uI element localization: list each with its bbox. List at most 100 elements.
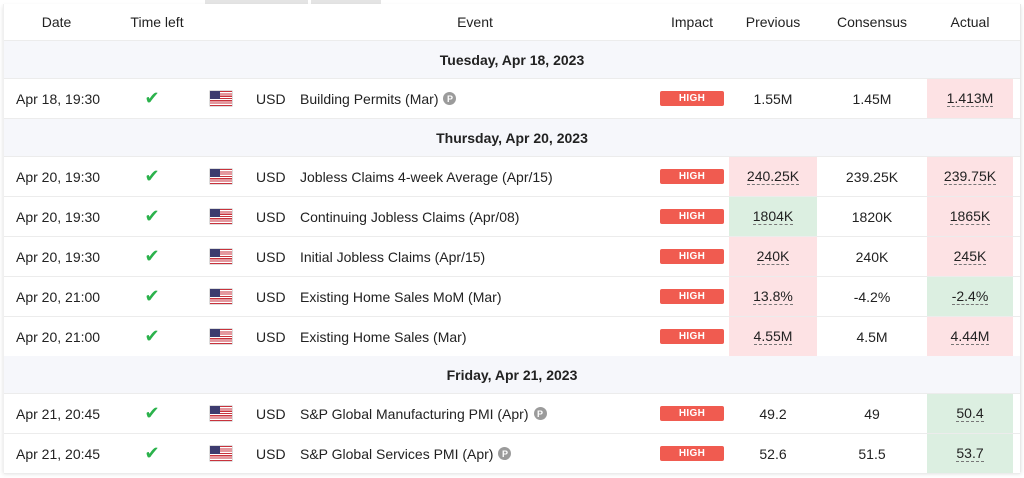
impact-cell: HIGH (659, 434, 725, 473)
previous-value[interactable]: 240K (756, 248, 790, 265)
table-row[interactable]: Apr 20, 19:30 ✔ USD Jobless Claims 4-wee… (4, 157, 1020, 197)
table-row[interactable]: Apr 20, 19:30 ✔ USD Initial Jobless Clai… (4, 237, 1020, 277)
impact-cell: HIGH (659, 157, 725, 196)
header-time-left[interactable]: Time left (109, 4, 205, 40)
impact-badge: HIGH (660, 289, 724, 304)
consensus-value-cell: 51.5 (822, 434, 922, 473)
event-name[interactable]: Continuing Jobless Claims (Apr/08) (300, 209, 519, 225)
event-name[interactable]: Existing Home Sales MoM (Mar) (300, 289, 502, 305)
previous-value-cell: 1.55M (729, 79, 817, 118)
date-group-header: Tuesday, Apr 18, 2023 (4, 41, 1020, 79)
event-name-cell[interactable]: Existing Home Sales MoM (Mar) (300, 277, 650, 316)
event-name[interactable]: S&P Global Manufacturing PMI (Apr) (300, 406, 529, 422)
event-name-cell[interactable]: S&P Global Services PMI (Apr) P (300, 434, 650, 473)
date-group-title: Friday, Apr 21, 2023 (446, 366, 578, 383)
event-name-cell[interactable]: Existing Home Sales (Mar) (300, 317, 650, 356)
preliminary-p-icon: P (533, 407, 547, 420)
previous-value[interactable]: 240.25K (746, 168, 800, 185)
checkmark-icon: ✔ (132, 237, 172, 276)
previous-value-cell: 1804K (729, 197, 817, 236)
impact-badge: HIGH (660, 249, 724, 264)
impact-cell: HIGH (659, 79, 725, 118)
consensus-value: -4.2% (853, 288, 891, 305)
checkmark-icon: ✔ (144, 403, 160, 423)
currency: USD (256, 328, 286, 345)
event-date: Apr 20, 19:30 (16, 248, 101, 265)
table-header: Date Time left Event Impact Previous Con… (4, 4, 1020, 41)
event-name[interactable]: Building Permits (Mar) (300, 91, 438, 107)
impact-badge: HIGH (660, 91, 724, 106)
event-name-cell[interactable]: Initial Jobless Claims (Apr/15) (300, 237, 650, 276)
actual-value[interactable]: -2.4% (951, 288, 989, 305)
previous-value[interactable]: 4.55M (753, 328, 793, 345)
consensus-value-cell: 1.45M (822, 79, 922, 118)
previous-value-cell: 49.2 (729, 394, 817, 433)
header-date[interactable]: Date (4, 4, 109, 40)
us-flag-icon (210, 277, 234, 316)
previous-value[interactable]: 1804K (752, 208, 794, 225)
checkmark-icon: ✔ (144, 286, 160, 306)
previous-value: 49.2 (759, 405, 787, 422)
actual-value-cell: 239.75K (927, 157, 1013, 196)
consensus-value: 1.45M (852, 90, 892, 107)
preliminary-p-icon: P (498, 447, 512, 460)
impact-cell: HIGH (659, 317, 725, 356)
event-name[interactable]: S&P Global Services PMI (Apr) (300, 446, 493, 462)
checkmark-icon: ✔ (144, 88, 160, 108)
table-row[interactable]: Apr 21, 20:45 ✔ USD S&P Global Services … (4, 434, 1020, 474)
currency: USD (256, 90, 286, 107)
event-name-cell[interactable]: S&P Global Manufacturing PMI (Apr) P (300, 394, 650, 433)
consensus-value-cell: 239.25K (822, 157, 922, 196)
event-name-cell[interactable]: Building Permits (Mar) P (300, 79, 650, 118)
currency: USD (256, 208, 286, 225)
actual-value[interactable]: 245K (953, 248, 987, 265)
event-name-cell[interactable]: Continuing Jobless Claims (Apr/08) (300, 197, 650, 236)
previous-value: 52.6 (759, 445, 787, 462)
table-row[interactable]: Apr 20, 21:00 ✔ USD Existing Home Sales … (4, 317, 1020, 357)
actual-value-cell: 1865K (927, 197, 1013, 236)
event-date: Apr 20, 21:00 (16, 328, 101, 345)
header-consensus[interactable]: Consensus (822, 4, 922, 40)
impact-badge: HIGH (660, 446, 724, 461)
us-flag-icon (210, 237, 234, 276)
currency: USD (256, 405, 286, 422)
currency: USD (256, 168, 286, 185)
consensus-value: 4.5M (856, 328, 888, 345)
actual-value[interactable]: 239.75K (943, 168, 997, 185)
us-flag-icon (210, 169, 232, 184)
header-previous[interactable]: Previous (729, 4, 817, 40)
us-flag-icon (210, 434, 234, 473)
event-name-cell[interactable]: Jobless Claims 4-week Average (Apr/15) (300, 157, 650, 196)
table-row[interactable]: Apr 18, 19:30 ✔ USD Building Permits (Ma… (4, 79, 1020, 119)
actual-value[interactable]: 1.413M (946, 90, 994, 107)
event-name[interactable]: Initial Jobless Claims (Apr/15) (300, 249, 485, 265)
header-actual[interactable]: Actual (927, 4, 1013, 40)
economic-calendar-table: Date Time left Event Impact Previous Con… (3, 4, 1021, 474)
us-flag-icon (210, 249, 232, 264)
actual-value[interactable]: 53.7 (956, 445, 984, 462)
previous-value: 1.55M (753, 90, 793, 107)
table-row[interactable]: Apr 20, 19:30 ✔ USD Continuing Jobless C… (4, 197, 1020, 237)
event-name[interactable]: Jobless Claims 4-week Average (Apr/15) (300, 169, 553, 185)
table-row[interactable]: Apr 20, 21:00 ✔ USD Existing Home Sales … (4, 277, 1020, 317)
us-flag-icon (210, 394, 234, 433)
header-impact[interactable]: Impact (659, 4, 725, 40)
us-flag-icon (210, 157, 234, 196)
date-group-header: Friday, Apr 21, 2023 (4, 356, 1020, 394)
table-row[interactable]: Apr 21, 20:45 ✔ USD S&P Global Manufactu… (4, 394, 1020, 434)
previous-value[interactable]: 13.8% (753, 288, 793, 305)
impact-badge: HIGH (660, 209, 724, 224)
actual-value[interactable]: 1865K (949, 208, 991, 225)
us-flag-icon (210, 446, 232, 461)
actual-value[interactable]: 50.4 (956, 405, 984, 422)
header-event[interactable]: Event (300, 4, 650, 40)
checkmark-icon: ✔ (132, 277, 172, 316)
checkmark-icon: ✔ (132, 317, 172, 356)
actual-value[interactable]: 4.44M (950, 328, 990, 345)
consensus-value-cell: -4.2% (822, 277, 922, 316)
actual-value-cell: 53.7 (927, 434, 1013, 473)
event-name[interactable]: Existing Home Sales (Mar) (300, 329, 467, 345)
event-date: Apr 20, 19:30 (16, 168, 101, 185)
consensus-value: 239.25K (845, 168, 899, 185)
checkmark-icon: ✔ (144, 166, 160, 186)
